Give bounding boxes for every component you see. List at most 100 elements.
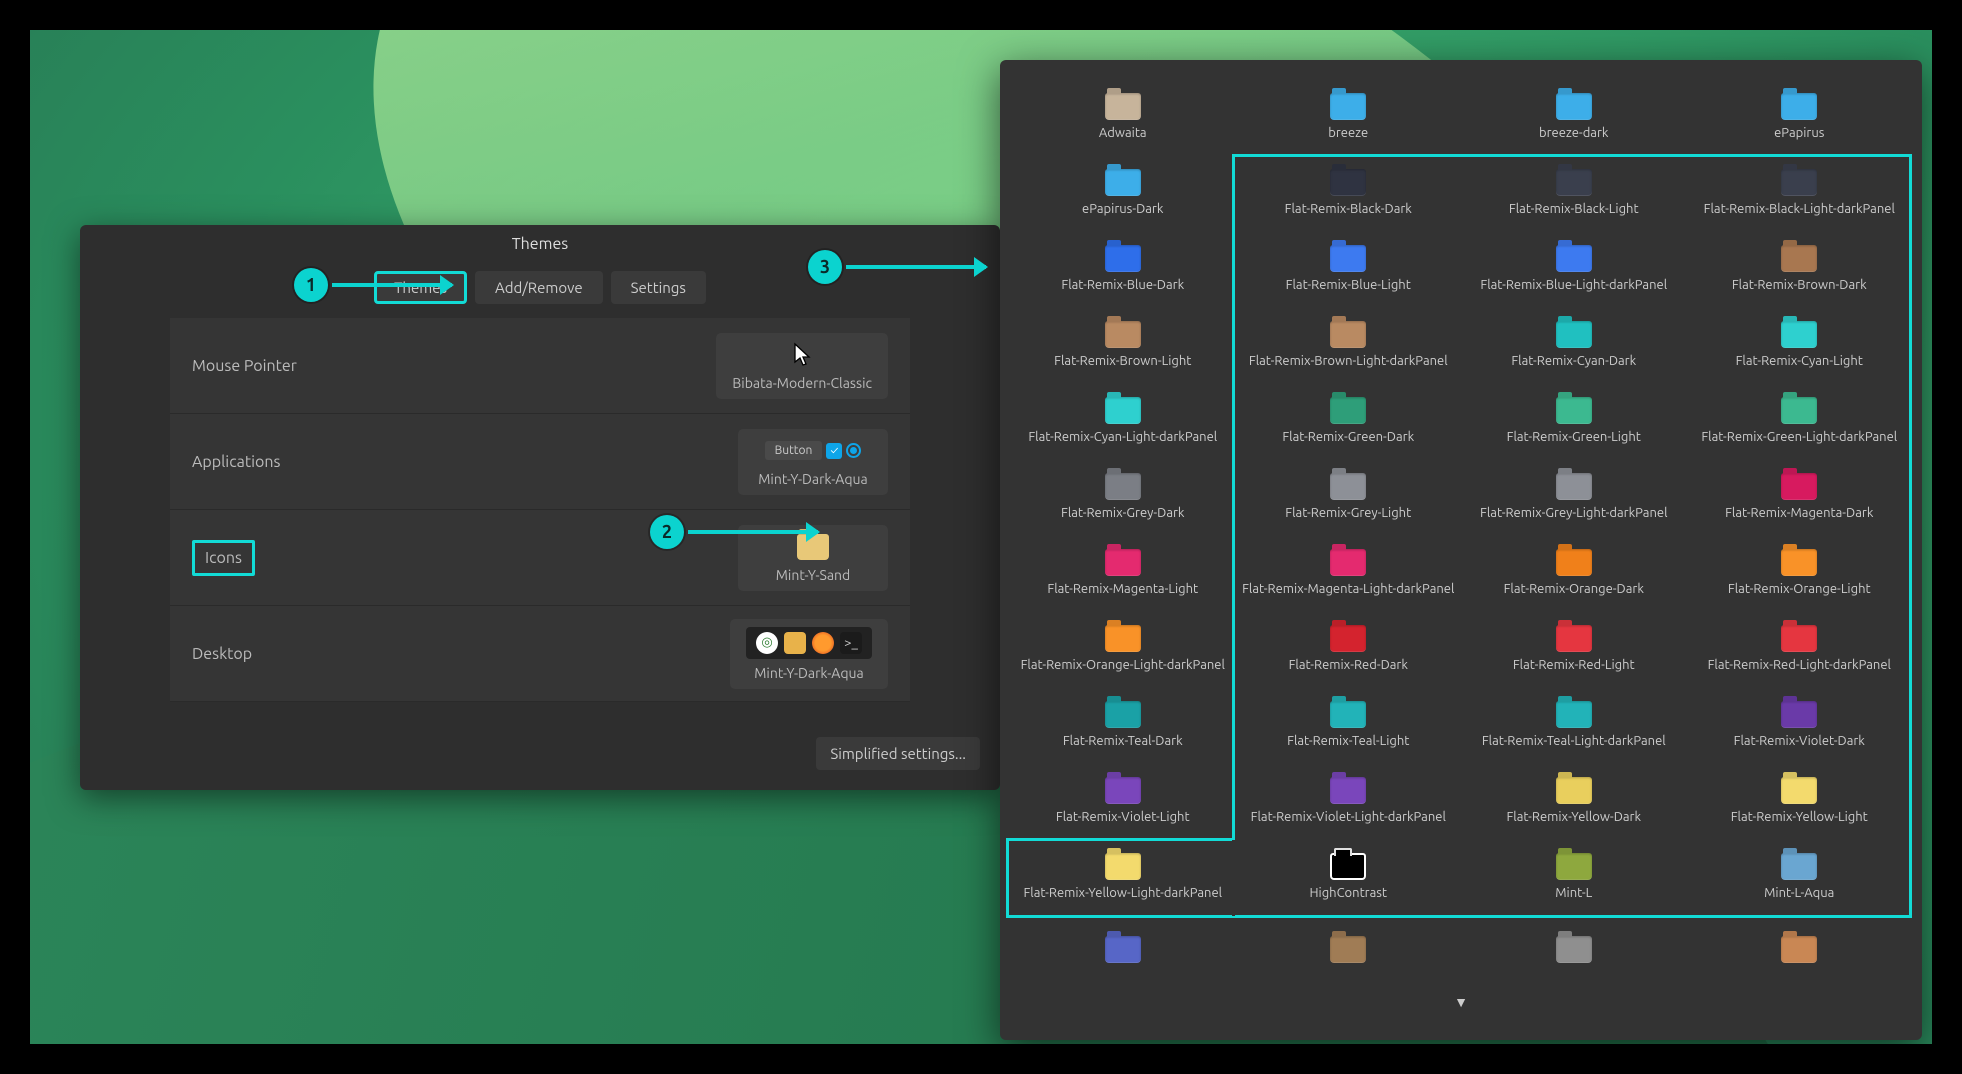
folder-icon	[1781, 701, 1817, 728]
icon-theme-label: Flat-Remix-Yellow-Light-darkPanel	[1023, 886, 1222, 900]
row-desktop: Desktop ◎ >_ Mint-Y-Dark-Aqua	[170, 606, 910, 702]
folder-icon	[1105, 853, 1141, 880]
folder-icon	[1556, 549, 1592, 576]
icon-theme-option[interactable]: Flat-Remix-Yellow-Light	[1687, 762, 1913, 838]
icon-theme-option[interactable]: Flat-Remix-Orange-Light-darkPanel	[1010, 610, 1236, 686]
icon-theme-option[interactable]: Flat-Remix-Black-Light-darkPanel	[1687, 154, 1913, 230]
folder-icon	[1105, 625, 1141, 652]
icon-theme-option[interactable]: Mint-L-Aqua	[1687, 838, 1913, 914]
icon-theme-label: Flat-Remix-Grey-Light	[1285, 506, 1411, 520]
folder-icon	[1330, 936, 1366, 963]
icon-theme-option[interactable]	[1236, 914, 1462, 990]
icon-theme-label: Flat-Remix-Grey-Dark	[1061, 506, 1185, 520]
icon-theme-option[interactable]: Flat-Remix-Brown-Light-darkPanel	[1236, 306, 1462, 382]
icon-theme-option[interactable]	[1687, 914, 1913, 990]
tab-add-remove[interactable]: Add/Remove	[475, 271, 603, 304]
folder-icon	[1105, 321, 1141, 348]
icon-theme-label: Flat-Remix-Magenta-Light	[1047, 582, 1198, 596]
icon-theme-option[interactable]: Flat-Remix-Orange-Dark	[1461, 534, 1687, 610]
icon-theme-label: Flat-Remix-Yellow-Light	[1731, 810, 1868, 824]
icon-theme-option[interactable]: Flat-Remix-Magenta-Light-darkPanel	[1236, 534, 1462, 610]
icon-theme-option[interactable]: Flat-Remix-Blue-Light-darkPanel	[1461, 230, 1687, 306]
icon-theme-option[interactable]: Flat-Remix-Yellow-Dark	[1461, 762, 1687, 838]
icon-theme-option[interactable]: Flat-Remix-Green-Light-darkPanel	[1687, 382, 1913, 458]
window-title: Themes	[80, 225, 1000, 263]
icon-theme-label: ePapirus-Dark	[1082, 202, 1163, 216]
icon-theme-option[interactable]: Mint-L	[1461, 838, 1687, 914]
value-applications[interactable]: Button ✓ Mint-Y-Dark-Aqua	[738, 429, 888, 495]
tab-settings[interactable]: Settings	[611, 271, 706, 304]
icon-theme-option[interactable]: Flat-Remix-Teal-Dark	[1010, 686, 1236, 762]
icon-theme-label: Flat-Remix-Green-Light	[1507, 430, 1641, 444]
icon-theme-label: breeze	[1328, 126, 1368, 140]
icon-theme-label: Flat-Remix-Magenta-Dark	[1725, 506, 1873, 520]
icon-theme-option[interactable]: Flat-Remix-Blue-Dark	[1010, 230, 1236, 306]
icon-theme-label: Flat-Remix-Red-Light	[1513, 658, 1635, 672]
icon-theme-label: Mint-L-Aqua	[1764, 886, 1834, 900]
icon-theme-label: Adwaita	[1099, 126, 1147, 140]
folder-icon	[1556, 93, 1592, 120]
simplified-settings-button[interactable]: Simplified settings...	[816, 737, 980, 770]
icon-theme-option[interactable]: Flat-Remix-Violet-Light-darkPanel	[1236, 762, 1462, 838]
icon-theme-option[interactable]: Flat-Remix-Green-Dark	[1236, 382, 1462, 458]
icon-theme-option[interactable]: Flat-Remix-Brown-Light	[1010, 306, 1236, 382]
icon-theme-option[interactable]: Flat-Remix-Violet-Light	[1010, 762, 1236, 838]
icon-theme-option[interactable]: Flat-Remix-Violet-Dark	[1687, 686, 1913, 762]
icon-theme-label: Flat-Remix-Violet-Dark	[1734, 734, 1865, 748]
icon-theme-option[interactable]: Flat-Remix-Grey-Dark	[1010, 458, 1236, 534]
annotation-arrow-2	[688, 530, 818, 534]
icon-theme-option[interactable]: Adwaita	[1010, 78, 1236, 154]
icon-theme-label: Flat-Remix-Cyan-Light	[1736, 354, 1863, 368]
mini-button-preview: Button	[765, 441, 823, 460]
icon-theme-label: Flat-Remix-Blue-Light-darkPanel	[1480, 278, 1667, 292]
icon-theme-option[interactable]: Flat-Remix-Brown-Dark	[1687, 230, 1913, 306]
icon-grid: Adwaita breeze breeze-darkePapirus ePapirus…	[1010, 78, 1912, 990]
folder-icon	[1556, 777, 1592, 804]
icon-theme-option[interactable]	[1461, 914, 1687, 990]
value-mouse-pointer[interactable]: Bibata-Modern-Classic	[716, 333, 888, 399]
icon-theme-label: Flat-Remix-Teal-Light	[1287, 734, 1409, 748]
folder-icon	[1556, 625, 1592, 652]
icon-theme-option[interactable]: Flat-Remix-Orange-Light	[1687, 534, 1913, 610]
icon-theme-option[interactable]: Flat-Remix-Cyan-Dark	[1461, 306, 1687, 382]
icon-theme-option[interactable]: Flat-Remix-Black-Light	[1461, 154, 1687, 230]
value-icons-text: Mint-Y-Sand	[754, 567, 872, 583]
icon-theme-option[interactable]: Flat-Remix-Magenta-Dark	[1687, 458, 1913, 534]
folder-icon	[1330, 245, 1366, 272]
tab-bar: Themes Add/Remove Settings	[80, 263, 1000, 318]
icon-theme-label: Flat-Remix-Red-Dark	[1289, 658, 1408, 672]
icon-theme-option[interactable]: Flat-Remix-Cyan-Light-darkPanel	[1010, 382, 1236, 458]
icon-theme-option[interactable]: Flat-Remix-Teal-Light-darkPanel	[1461, 686, 1687, 762]
icon-theme-option[interactable]: ePapirus-Dark	[1010, 154, 1236, 230]
scroll-down-icon[interactable]: ▼	[1010, 990, 1912, 1010]
folder-icon	[1781, 549, 1817, 576]
folder-icon	[1781, 473, 1817, 500]
icon-theme-option[interactable]: Flat-Remix-Magenta-Light	[1010, 534, 1236, 610]
folder-icon	[1781, 321, 1817, 348]
icon-theme-option[interactable]: Flat-Remix-Red-Light-darkPanel	[1687, 610, 1913, 686]
icon-theme-option[interactable]: breeze-dark	[1461, 78, 1687, 154]
icon-theme-label: Flat-Remix-Violet-Light	[1056, 810, 1190, 824]
icon-theme-option[interactable]: Flat-Remix-Cyan-Light	[1687, 306, 1913, 382]
icon-theme-option[interactable]: Flat-Remix-Blue-Light	[1236, 230, 1462, 306]
icon-theme-option[interactable]: Flat-Remix-Teal-Light	[1236, 686, 1462, 762]
icon-theme-option[interactable]: HighContrast	[1236, 838, 1462, 914]
icon-theme-picker: Adwaita breeze breeze-darkePapirus ePapirus…	[1000, 60, 1922, 1040]
value-desktop[interactable]: ◎ >_ Mint-Y-Dark-Aqua	[730, 619, 888, 689]
folder-icon	[1781, 777, 1817, 804]
icon-theme-option[interactable]: breeze	[1236, 78, 1462, 154]
icon-theme-option[interactable]	[1010, 914, 1236, 990]
folder-icon	[1781, 245, 1817, 272]
folder-icon	[1330, 853, 1366, 880]
icon-theme-option[interactable]: Flat-Remix-Grey-Light	[1236, 458, 1462, 534]
folder-icon	[1556, 397, 1592, 424]
folder-icon	[1105, 93, 1141, 120]
icon-theme-option[interactable]: Flat-Remix-Grey-Light-darkPanel	[1461, 458, 1687, 534]
folder-icon	[1330, 321, 1366, 348]
icon-theme-option[interactable]: ePapirus	[1687, 78, 1913, 154]
icon-theme-option[interactable]: Flat-Remix-Red-Dark	[1236, 610, 1462, 686]
icon-theme-option[interactable]: Flat-Remix-Red-Light	[1461, 610, 1687, 686]
icon-theme-option[interactable]: Flat-Remix-Yellow-Light-darkPanel	[1010, 838, 1236, 914]
icon-theme-option[interactable]: Flat-Remix-Green-Light	[1461, 382, 1687, 458]
icon-theme-option[interactable]: Flat-Remix-Black-Dark	[1236, 154, 1462, 230]
